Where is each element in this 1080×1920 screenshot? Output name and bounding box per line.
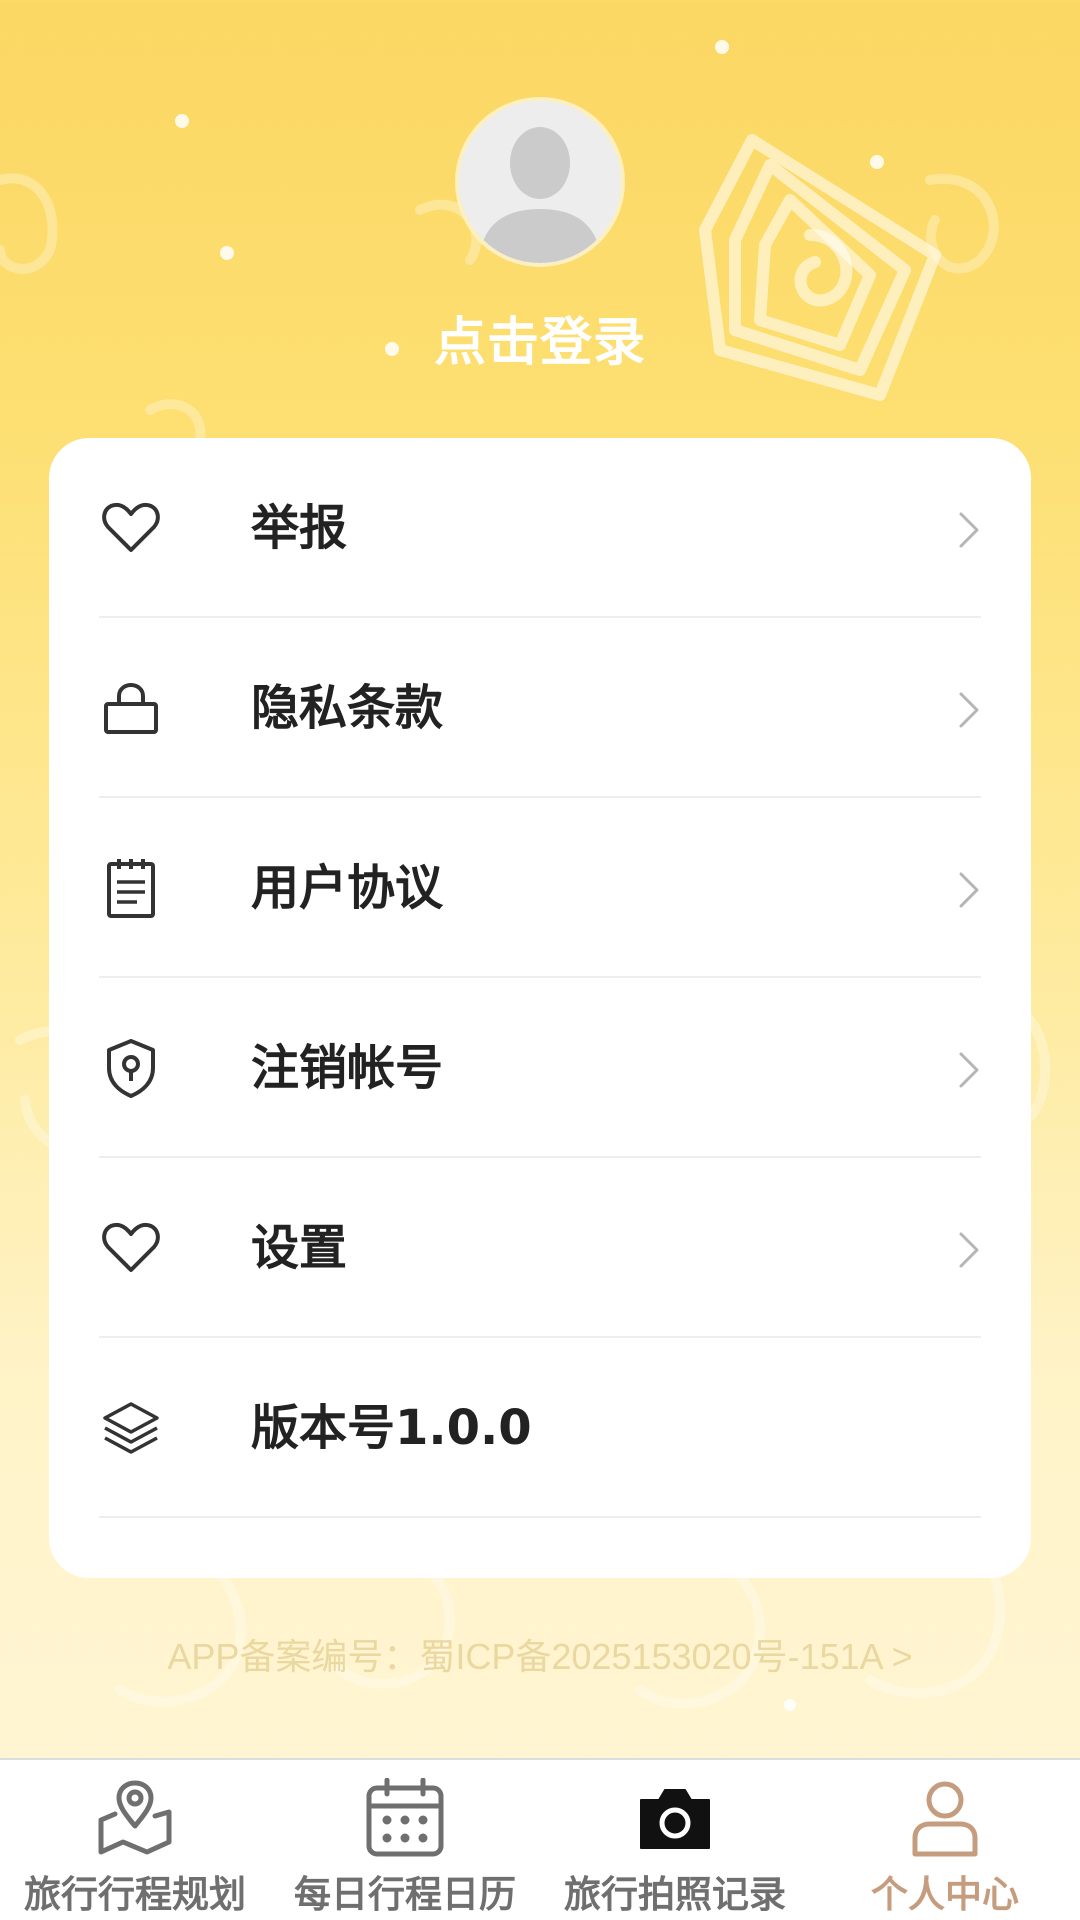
login-link[interactable]: 点击登录 (0, 300, 1080, 375)
bottom-tab-bar: 旅行行程规划 每日行程日历 旅行拍照记录 个人中心 (0, 1758, 1080, 1920)
version-label: 版本号1.0.0 (251, 1400, 532, 1456)
menu-item-user-agreement[interactable]: 用户协议 (99, 798, 981, 978)
tab-trip-planning[interactable]: 旅行行程规划 (0, 1760, 270, 1920)
tab-photo-records[interactable]: 旅行拍照记录 (540, 1760, 810, 1920)
heart-icon (102, 502, 160, 552)
tab-label: 每日行程日历 (294, 1873, 516, 1916)
lock-icon (104, 682, 158, 734)
notepad-icon (107, 859, 155, 918)
menu-item-settings[interactable]: 设置 (99, 1158, 981, 1338)
map-pin-icon (98, 1780, 172, 1855)
chevron-right-icon (959, 872, 979, 908)
menu-label: 注销帐号 (251, 1040, 444, 1096)
menu-label: 用户协议 (251, 860, 444, 916)
heart-icon (102, 1222, 160, 1272)
calendar-icon (366, 1778, 444, 1857)
settings-card: 举报 隐私条款 用户协议 注销帐号 设置 版本号1.0.0 (49, 438, 1031, 1578)
shield-icon (107, 1039, 155, 1098)
menu-item-privacy[interactable]: 隐私条款 (99, 618, 981, 798)
layers-icon (103, 1402, 159, 1454)
camera-icon (640, 1789, 710, 1849)
menu-item-version: 版本号1.0.0 (99, 1338, 981, 1518)
chevron-right-icon (959, 1052, 979, 1088)
menu-item-delete-account[interactable]: 注销帐号 (99, 978, 981, 1158)
chevron-right-icon (959, 1232, 979, 1268)
tab-label: 旅行行程规划 (24, 1873, 246, 1916)
tab-daily-calendar[interactable]: 每日行程日历 (270, 1760, 540, 1920)
user-icon (912, 1781, 978, 1857)
avatar[interactable] (455, 97, 625, 267)
menu-item-report[interactable]: 举报 (99, 438, 981, 618)
default-avatar-icon (459, 101, 621, 263)
menu-label: 举报 (251, 500, 348, 556)
menu-label: 隐私条款 (251, 680, 444, 736)
menu-label: 设置 (251, 1220, 348, 1276)
icp-record-link[interactable]: APP备案编号：蜀ICP备2025153020号-151A > (0, 1628, 1080, 1680)
profile-header: 点击登录 (0, 0, 1080, 420)
tab-label: 个人中心 (871, 1873, 1019, 1916)
tab-label: 旅行拍照记录 (564, 1873, 786, 1916)
chevron-right-icon (959, 692, 979, 728)
chevron-right-icon (959, 512, 979, 548)
tab-personal-center[interactable]: 个人中心 (810, 1760, 1080, 1920)
